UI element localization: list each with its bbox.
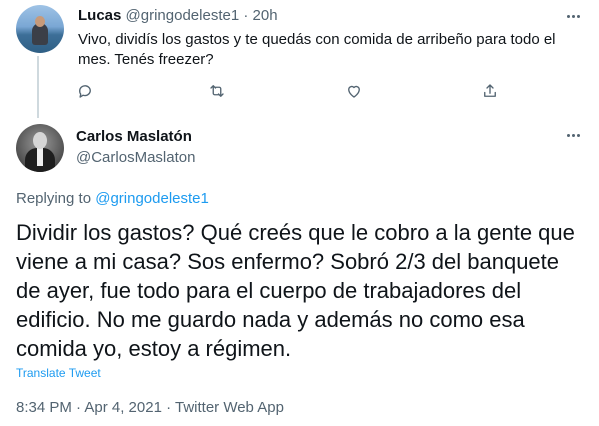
avatar-face: [35, 16, 45, 27]
avatar-carlos[interactable]: [16, 124, 64, 172]
reply-icon[interactable]: [74, 80, 96, 102]
replying-to-handle-link[interactable]: @gringodeleste1: [95, 190, 209, 207]
tweet-time[interactable]: 20h: [253, 7, 278, 24]
share-icon[interactable]: [479, 80, 501, 102]
avatar-shirt: [37, 148, 43, 166]
author-handle[interactable]: @gringodeleste1: [126, 7, 240, 24]
like-icon[interactable]: [343, 80, 365, 102]
thread-connector-line: [37, 56, 39, 118]
translate-tweet-link[interactable]: Translate Tweet: [16, 366, 101, 381]
main-tweet-text: Dividir los gastos? Qué creés que le cob…: [16, 220, 575, 361]
more-options-icon[interactable]: [562, 127, 584, 143]
retweet-icon[interactable]: [206, 80, 228, 102]
replying-prefix: Replying to: [16, 190, 92, 207]
avatar-face: [33, 132, 47, 149]
main-author-name[interactable]: Carlos Maslatón: [76, 128, 192, 146]
reply-tweet-text: Vivo, dividís los gastos y te quedás con…: [78, 31, 556, 68]
author-name[interactable]: Lucas: [78, 7, 121, 24]
replying-to-line: Replying to @gringodeleste1: [16, 190, 209, 208]
avatar-lucas[interactable]: [16, 5, 64, 53]
reply-tweet-header: Lucas @gringodeleste1 · 20h: [78, 7, 278, 25]
tweet-timestamp[interactable]: 8:34 PM · Apr 4, 2021 · Twitter Web App: [16, 399, 284, 417]
main-author-handle[interactable]: @CarlosMaslaton: [76, 149, 195, 167]
more-options-icon[interactable]: [562, 8, 584, 24]
header-separator: ·: [243, 7, 249, 24]
